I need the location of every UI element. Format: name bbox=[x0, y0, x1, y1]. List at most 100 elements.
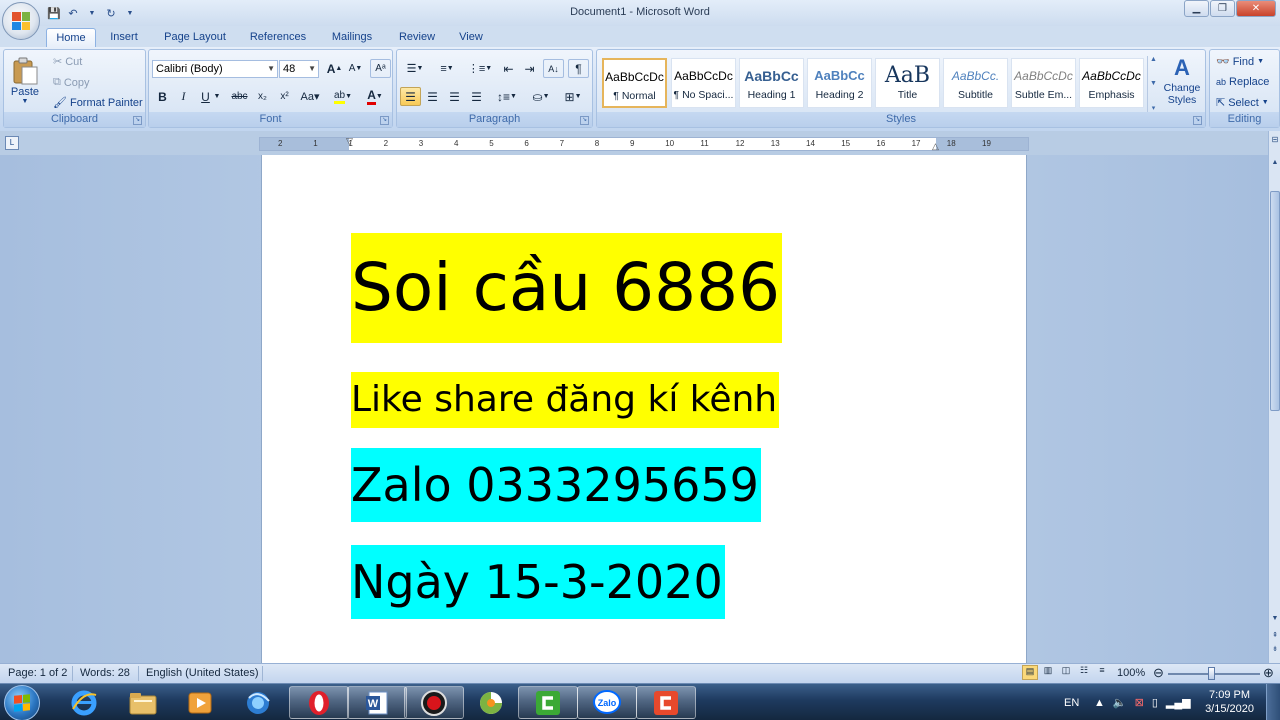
volume-icon[interactable]: 🔈 bbox=[1113, 696, 1127, 709]
align-center-button[interactable]: ☰ bbox=[422, 87, 443, 106]
zoom-slider-thumb[interactable] bbox=[1208, 667, 1215, 680]
show-desktop-button[interactable] bbox=[1266, 684, 1280, 720]
font-size-combo[interactable]: 48 ▼ bbox=[279, 60, 319, 78]
line-spacing-button[interactable]: ↕≡ ▼ bbox=[493, 87, 521, 106]
zoom-level[interactable]: 100% bbox=[1117, 667, 1145, 679]
tab-insert[interactable]: Insert bbox=[104, 28, 144, 47]
tab-page-layout[interactable]: Page Layout bbox=[160, 28, 230, 47]
office-button[interactable] bbox=[2, 2, 40, 40]
doc-line-4[interactable]: Ngày 15-3-2020 bbox=[351, 545, 725, 619]
taskbar-word[interactable]: W bbox=[347, 686, 407, 719]
close-button[interactable]: ✕ bbox=[1236, 0, 1276, 17]
style-heading-2[interactable]: AaBbCc Heading 2 bbox=[807, 58, 872, 108]
scrollbar-thumb[interactable] bbox=[1270, 191, 1280, 411]
increase-indent-button[interactable]: ⇥ bbox=[519, 59, 540, 78]
clear-formatting-button[interactable]: Aᵃ bbox=[370, 59, 391, 78]
font-launcher-icon[interactable]: ↘ bbox=[380, 116, 389, 125]
tab-references[interactable]: References bbox=[244, 28, 312, 47]
borders-button[interactable]: ⊞ ▼ bbox=[559, 87, 587, 106]
taskbar-camtasia-recorder[interactable] bbox=[636, 686, 696, 719]
shading-button[interactable]: ⛀ ▼ bbox=[527, 87, 555, 106]
taskbar-zalo[interactable]: Zalo bbox=[577, 686, 637, 719]
subscript-button[interactable]: x₂ bbox=[252, 87, 273, 106]
right-indent-marker[interactable]: △ bbox=[932, 140, 939, 152]
clock[interactable]: 7:09 PM 3/15/2020 bbox=[1205, 688, 1254, 716]
align-right-button[interactable]: ☰ bbox=[444, 87, 465, 106]
style-emphasis[interactable]: AaBbCcDc Emphasis bbox=[1079, 58, 1144, 108]
font-name-combo[interactable]: Calibri (Body) ▼ bbox=[152, 60, 278, 78]
taskbar-recorder[interactable] bbox=[404, 686, 464, 719]
superscript-button[interactable]: x² bbox=[274, 87, 295, 106]
scroll-down-icon[interactable]: ▼ bbox=[1270, 615, 1280, 627]
tab-home[interactable]: Home bbox=[46, 28, 96, 47]
taskbar-browser[interactable] bbox=[228, 686, 288, 719]
language-status[interactable]: English (United States) bbox=[146, 667, 259, 679]
restore-button[interactable]: ❐ bbox=[1210, 0, 1235, 17]
show-formatting-button[interactable]: ¶ bbox=[568, 59, 589, 78]
styles-launcher-icon[interactable]: ↘ bbox=[1193, 116, 1202, 125]
select-button[interactable]: ⇱ Select ▼ bbox=[1216, 96, 1269, 110]
page[interactable]: Soi cầu 6886 Like share đăng kí kênh Zal… bbox=[261, 155, 1027, 663]
doc-line-2[interactable]: Like share đăng kí kênh bbox=[351, 372, 780, 428]
change-case-button[interactable]: Aa▾ bbox=[297, 87, 323, 106]
style-heading-1[interactable]: AaBbCc Heading 1 bbox=[739, 58, 804, 108]
next-page-icon[interactable]: ⇟ bbox=[1270, 645, 1280, 657]
italic-button[interactable]: I bbox=[173, 87, 194, 106]
tab-view[interactable]: View bbox=[454, 28, 488, 47]
page-count[interactable]: Page: 1 of 2 bbox=[8, 667, 67, 679]
sort-button[interactable]: A↓ bbox=[543, 59, 564, 78]
taskbar-file-explorer[interactable] bbox=[113, 686, 173, 719]
highlight-color-button[interactable]: ab ▼ bbox=[329, 87, 357, 106]
format-painter-button[interactable]: 🖌 Format Painter bbox=[53, 96, 143, 110]
web-layout-icon[interactable]: ◫ bbox=[1058, 665, 1074, 680]
full-screen-reading-icon[interactable]: ▥ bbox=[1040, 665, 1056, 680]
style-subtle-emphasis[interactable]: AaBbCcDc Subtle Em... bbox=[1011, 58, 1076, 108]
start-button[interactable] bbox=[4, 685, 40, 720]
horizontal-ruler[interactable]: 2 1 1 2 3 4 5 6 7 8 9 10 11 12 13 14 15 16 17 18 19 ▽ △ bbox=[259, 135, 1029, 152]
underline-dropdown-icon[interactable]: ▼ bbox=[211, 87, 223, 106]
scroll-up-icon[interactable]: ▲ bbox=[1270, 159, 1280, 171]
multilevel-list-button[interactable]: ⋮≡ ▼ bbox=[465, 59, 495, 78]
style-normal[interactable]: AaBbCcDc ¶ Normal bbox=[602, 58, 667, 108]
outline-icon[interactable]: ☷ bbox=[1076, 665, 1092, 680]
replace-button[interactable]: ab Replace bbox=[1216, 76, 1269, 88]
copy-button[interactable]: ⧉ Copy bbox=[53, 76, 90, 89]
change-styles-button[interactable]: A Change Styles bbox=[1161, 54, 1203, 106]
style-title[interactable]: AaB Title bbox=[875, 58, 940, 108]
clipboard-launcher-icon[interactable]: ↘ bbox=[133, 116, 142, 125]
strikethrough-button[interactable]: abc bbox=[229, 87, 250, 106]
doc-line-1[interactable]: Soi cầu 6886 bbox=[351, 233, 783, 343]
zoom-out-icon[interactable]: ⊖ bbox=[1153, 665, 1164, 681]
taskbar-internet-explorer[interactable] bbox=[54, 686, 114, 719]
previous-page-icon[interactable]: ⇞ bbox=[1270, 631, 1280, 643]
style-subtitle[interactable]: AaBbCc. Subtitle bbox=[943, 58, 1008, 108]
paragraph-launcher-icon[interactable]: ↘ bbox=[580, 116, 589, 125]
zoom-in-icon[interactable]: ⊕ bbox=[1263, 665, 1274, 681]
language-indicator[interactable]: EN bbox=[1064, 684, 1079, 720]
network-error-icon[interactable]: ⊠ bbox=[1135, 696, 1144, 709]
style-no-spacing[interactable]: AaBbCcDc ¶ No Spaci... bbox=[671, 58, 736, 108]
find-button[interactable]: 👓 Find ▼ bbox=[1216, 55, 1264, 69]
cut-button[interactable]: ✂ Cut bbox=[53, 55, 82, 69]
styles-gallery-scroll[interactable]: ▲ ▼ ▾ bbox=[1147, 56, 1159, 112]
taskbar-camtasia[interactable] bbox=[518, 686, 578, 719]
tab-mailings[interactable]: Mailings bbox=[326, 28, 378, 47]
print-layout-icon[interactable]: ▤ bbox=[1022, 665, 1038, 680]
shrink-font-button[interactable]: A ▼ bbox=[345, 59, 366, 78]
tab-selector-icon[interactable]: L bbox=[5, 136, 19, 150]
align-left-button[interactable]: ☰ bbox=[400, 87, 421, 106]
justify-button[interactable]: ☰ bbox=[466, 87, 487, 106]
bullets-button[interactable]: ☰ ▼ bbox=[400, 59, 430, 78]
taskbar-media-player[interactable] bbox=[170, 686, 230, 719]
vertical-scrollbar[interactable]: ⊟ ▲ ▼ ⇞ ⇟ bbox=[1268, 131, 1280, 663]
grow-font-button[interactable]: A ▲ bbox=[324, 59, 345, 78]
show-hidden-icons-icon[interactable]: ▲ bbox=[1094, 697, 1105, 709]
bold-button[interactable]: B bbox=[152, 87, 173, 106]
view-ruler-icon[interactable]: ⊟ bbox=[1270, 135, 1280, 149]
taskbar-coccoc[interactable] bbox=[461, 686, 521, 719]
font-color-button[interactable]: A ▼ bbox=[361, 87, 389, 106]
signal-icon[interactable]: ▂▄▆ bbox=[1166, 696, 1191, 709]
first-line-indent-marker[interactable]: ▽ bbox=[346, 135, 353, 147]
taskbar-opera[interactable] bbox=[289, 686, 349, 719]
numbering-button[interactable]: ≡ ▼ bbox=[432, 59, 462, 78]
